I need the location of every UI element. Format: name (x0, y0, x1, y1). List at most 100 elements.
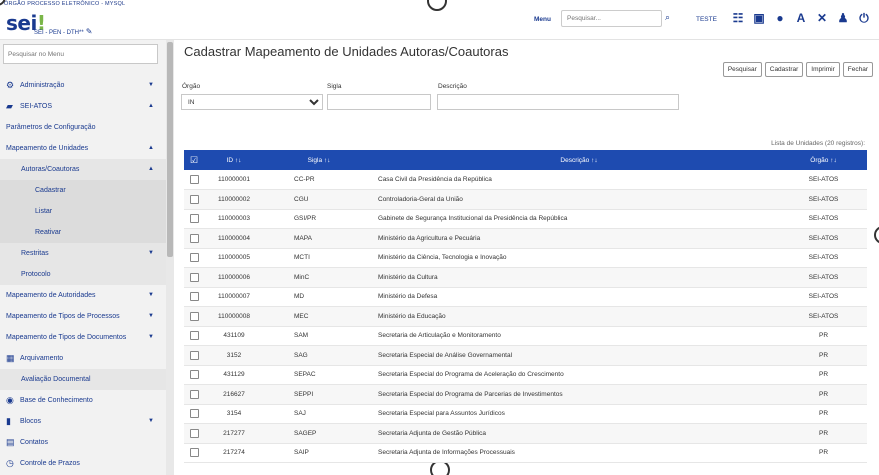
user-label[interactable]: TESTE (696, 16, 717, 23)
table-row[interactable]: 216627 SEPPI Secretaria Especial do Progra… (184, 384, 867, 405)
sidebar-item[interactable]: Mapeamento de Unidades ▲ (0, 138, 166, 159)
row-select-cell[interactable] (184, 384, 204, 405)
table-row[interactable]: 3152 SAG Secretaria Especial de Análise Go… (184, 345, 867, 366)
sort-sigla-icon[interactable]: ↑↓ (324, 157, 331, 164)
row-select-cell[interactable] (184, 248, 204, 268)
table-row[interactable]: 110000008 MEC Ministério da Educação SEI-AT… (184, 306, 867, 327)
table-row[interactable]: 110000003 GSI/PR Gabinete de Segurança Ins… (184, 209, 867, 229)
fechar-button[interactable]: Fechar (842, 62, 873, 77)
row-checkbox[interactable] (189, 214, 199, 224)
table-row[interactable]: 110000004 MAPA Ministério da Agricultura e… (184, 228, 867, 249)
scrollbar-thumb[interactable] (167, 42, 173, 257)
chevron-down-icon[interactable]: ▼ (148, 411, 154, 432)
col-id-header[interactable]: ID ↑↓ (204, 150, 264, 170)
search-icon[interactable]: ⌕ (665, 12, 670, 23)
tools-icon[interactable]: ✕ (816, 11, 828, 25)
sidebar-item[interactable]: ◷ Controle de Prazos (0, 453, 166, 474)
row-checkbox[interactable] (189, 448, 199, 458)
pencil-icon[interactable]: ✎ (86, 27, 93, 36)
sidebar-item[interactable]: ▰ SEI-ATOS ▲ (0, 96, 166, 117)
chevron-down-icon[interactable]: ▼ (148, 75, 154, 96)
sidebar-item[interactable]: Mapeamento de Tipos de Processos ▼ (0, 306, 166, 327)
sort-descricao-icon[interactable]: ↑↓ (591, 157, 598, 164)
sidebar-item[interactable]: ▤ Contatos (0, 432, 166, 453)
sidebar-item[interactable]: ◉ Base de Conhecimento (0, 390, 166, 411)
row-checkbox[interactable] (189, 233, 199, 243)
top-search-input[interactable] (561, 10, 662, 27)
sidebar-search-input[interactable] (3, 44, 158, 64)
power-icon[interactable]: ⏻ (858, 11, 870, 25)
row-select-cell[interactable] (184, 287, 204, 307)
sidebar-item[interactable]: Autoras/Coautoras ▲ (0, 159, 166, 180)
row-checkbox[interactable] (189, 331, 199, 341)
row-checkbox[interactable] (189, 350, 199, 360)
row-checkbox[interactable] (189, 311, 199, 321)
chevron-up-icon[interactable]: ▲ (148, 138, 154, 159)
sidebar-item[interactable]: Mapeamento de Autoridades ▼ (0, 285, 166, 306)
sidebar-item[interactable]: Avaliação Documental (0, 369, 166, 390)
menu-link[interactable]: Menu (534, 16, 551, 23)
row-checkbox[interactable] (189, 194, 199, 204)
user-icon[interactable]: ♟ (837, 11, 849, 25)
chevron-down-icon[interactable]: ▼ (148, 243, 154, 264)
sigla-input[interactable] (327, 94, 431, 110)
row-checkbox[interactable] (189, 292, 199, 302)
col-orgao-header[interactable]: Órgão ↑↓ (780, 150, 867, 170)
calendar-icon[interactable]: ▣ (753, 11, 765, 25)
grid-icon[interactable]: ☷ (732, 11, 744, 25)
orgao-select[interactable]: IN (181, 94, 323, 110)
sidebar-item[interactable]: Listar (0, 201, 166, 222)
chevron-down-icon[interactable]: ▼ (148, 327, 154, 348)
table-row[interactable]: 3154 SAJ Secretaria Especial para Assuntos… (184, 404, 867, 424)
table-row[interactable]: 431109 SAM Secretaria de Articulação e Mon… (184, 326, 867, 346)
row-select-cell[interactable] (184, 443, 204, 463)
table-row[interactable]: 217277 SAGEP Secretaria Adjunta de Gestão … (184, 423, 867, 444)
font-size-icon[interactable]: A (795, 11, 807, 25)
row-select-cell[interactable] (184, 423, 204, 444)
row-checkbox[interactable] (189, 253, 199, 263)
sidebar-item[interactable]: Protocolo (0, 264, 166, 285)
row-select-cell[interactable] (184, 345, 204, 366)
sort-id-icon[interactable]: ↑↓ (235, 157, 242, 164)
sidebar-item[interactable]: ⚙ Administração ▼ (0, 75, 166, 96)
row-checkbox[interactable] (189, 409, 199, 419)
select-all-checkbox[interactable]: ☑ (184, 150, 204, 170)
cadastrar-button[interactable]: Cadastrar (764, 62, 804, 77)
row-checkbox[interactable] (189, 175, 199, 184)
sidebar-item[interactable]: Mapeamento de Tipos de Documentos ▼ (0, 327, 166, 348)
row-checkbox[interactable] (189, 428, 199, 438)
row-select-cell[interactable] (184, 306, 204, 327)
sidebar-item[interactable]: Parâmetros de Configuração (0, 117, 166, 138)
chevron-up-icon[interactable]: ▲ (148, 159, 154, 180)
check-all-icon[interactable]: ☑ (190, 155, 198, 165)
table-row[interactable]: 110000006 MinC Ministério da Cultura SEI-AT… (184, 267, 867, 288)
sidebar-item[interactable]: Restritas ▼ (0, 243, 166, 264)
row-select-cell[interactable] (184, 267, 204, 288)
row-select-cell[interactable] (184, 365, 204, 385)
col-descricao-header[interactable]: Descrição ↑↓ (374, 150, 780, 170)
imprimir-button[interactable]: Imprimir (806, 62, 840, 77)
sidebar-item[interactable]: Cadastrar (0, 180, 166, 201)
table-row[interactable]: 110000002 CGU Controladoria-Geral da União… (184, 189, 867, 210)
table-row[interactable]: 217274 SAIP Secretaria Adjunta de Informaç… (184, 443, 867, 463)
row-select-cell[interactable] (184, 404, 204, 424)
table-row[interactable]: 431129 SEPAC Secretaria Especial do Progra… (184, 365, 867, 385)
row-select-cell[interactable] (184, 326, 204, 346)
chevron-down-icon[interactable]: ▼ (148, 306, 154, 327)
sidebar-item[interactable]: ▮ Blocos ▼ (0, 411, 166, 432)
row-select-cell[interactable] (184, 228, 204, 249)
row-select-cell[interactable] (184, 170, 204, 190)
col-sigla-header[interactable]: Sigla ↑↓ (264, 150, 374, 170)
row-checkbox[interactable] (189, 389, 199, 399)
table-row[interactable]: 110000007 MD Ministério da Defesa SEI-ATOS (184, 287, 867, 307)
row-checkbox[interactable] (189, 370, 199, 380)
sidebar-scrollbar[interactable] (166, 40, 174, 475)
table-row[interactable]: 110000005 MCTI Ministério da Ciência, Tecn… (184, 248, 867, 268)
sidebar-item[interactable]: Reativar (0, 222, 166, 243)
sidebar-item[interactable]: ▦ Arquivamento (0, 348, 166, 369)
table-row[interactable]: 110000001 CC-PR Casa Civil da Presidência … (184, 170, 867, 190)
row-select-cell[interactable] (184, 209, 204, 229)
chevron-down-icon[interactable]: ▼ (148, 285, 154, 306)
descricao-input[interactable] (437, 94, 679, 110)
chevron-up-icon[interactable]: ▲ (148, 96, 154, 117)
